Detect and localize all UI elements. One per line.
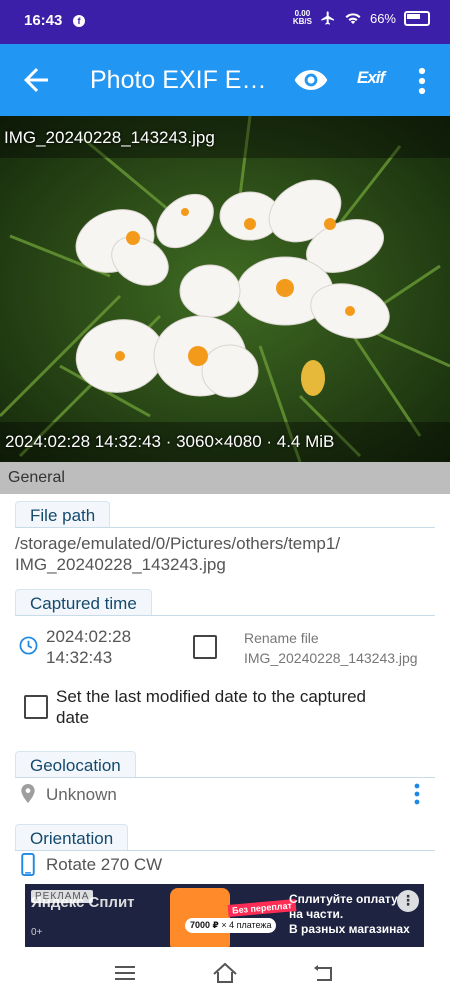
file-path-line-1: /storage/emulated/0/Pictures/others/temp… <box>15 534 341 553</box>
ad-headline-line-3: В разных магазинах <box>289 922 410 936</box>
rename-file-checkbox[interactable] <box>193 635 217 659</box>
app-bar: Photo EXIF E… Exif <box>0 44 450 116</box>
ad-badge: РЕКЛАМА <box>31 890 94 903</box>
status-right: 0.00 KB/S 66% <box>293 10 430 26</box>
ad-tag: Без переплат <box>227 899 297 917</box>
system-nav-bar <box>0 950 450 1000</box>
captured-date: 2024:02:28 <box>46 627 132 646</box>
divider <box>15 777 435 778</box>
facebook-icon: f <box>73 15 85 27</box>
more-vert-icon[interactable] <box>410 782 424 806</box>
set-last-modified-line-2: date <box>56 708 90 727</box>
rename-file-label: Rename file <box>244 630 319 646</box>
general-header-label: General <box>8 469 65 486</box>
file-path-label: File path <box>15 501 111 528</box>
divider <box>15 850 435 851</box>
ad-banner[interactable]: Яндекс Сплит РЕКЛАМА 0+ Без переплат 700… <box>25 884 424 947</box>
back-arrow-icon[interactable] <box>18 62 54 98</box>
orientation-value[interactable]: Rotate 270 CW <box>46 855 162 875</box>
ad-headline-line-2: на части. <box>289 907 344 921</box>
photo-preview[interactable]: IMG_20240228_143243.jpg 2024:02:28 14:32… <box>0 116 450 462</box>
airplane-icon <box>321 11 334 25</box>
set-last-modified-checkbox[interactable] <box>24 695 48 719</box>
set-last-modified-label[interactable]: Set the last modified date to the captur… <box>56 686 426 728</box>
phone-orientation-icon <box>21 853 35 876</box>
geolocation-value[interactable]: Unknown <box>46 785 117 805</box>
geolocation-label: Geolocation <box>15 751 136 778</box>
ad-headline: Сплитуйте оплату на части. В разных мага… <box>289 892 410 937</box>
captured-time-value[interactable]: 2024:02:28 14:32:43 <box>46 626 131 668</box>
captured-clock-time: 14:32:43 <box>46 648 113 667</box>
file-path-value: /storage/emulated/0/Pictures/others/temp… <box>15 533 435 575</box>
ad-options-button[interactable]: ⋮ <box>397 890 419 912</box>
photo-filename: IMG_20240228_143243.jpg <box>4 128 215 147</box>
ad-price-suffix: × 4 платежа <box>221 920 272 930</box>
crocus-flowers-image <box>0 116 450 462</box>
battery-icon <box>404 10 430 26</box>
divider <box>15 615 435 616</box>
status-bar: 16:43 f 0.00 KB/S 66% <box>0 0 450 44</box>
ad-age-rating: 0+ <box>31 927 43 938</box>
more-vert-icon[interactable] <box>412 66 432 96</box>
clock-icon <box>19 636 38 655</box>
ad-headline-line-1: Сплитуйте оплату <box>289 892 398 906</box>
rename-file-value: IMG_20240228_143243.jpg <box>244 650 418 666</box>
captured-time-label: Captured time <box>15 589 152 616</box>
eye-icon[interactable] <box>294 68 328 92</box>
general-section-header: General <box>0 462 450 494</box>
battery-percent: 66% <box>369 10 396 26</box>
net-speed-unit: KB/S <box>292 17 312 26</box>
ad-price-amount: 7000 ₽ <box>190 920 219 930</box>
net-speed: 0.00 KB/S <box>293 10 312 26</box>
status-time: 16:43 <box>24 12 63 29</box>
photo-info: 2024:02:28 14:32:43 · 3060×4080 · 4.4 Mi… <box>5 432 335 451</box>
wifi-icon <box>345 13 361 24</box>
orientation-label: Orientation <box>15 824 129 851</box>
divider <box>15 527 435 528</box>
location-pin-icon <box>21 784 35 803</box>
file-path-line-2: IMG_20240228_143243.jpg <box>15 555 226 574</box>
back-nav-icon[interactable] <box>313 964 335 982</box>
ad-price-pill: 7000 ₽ × 4 платежа <box>185 918 277 933</box>
menu-icon[interactable] <box>115 965 135 981</box>
exif-button[interactable]: Exif <box>357 68 385 88</box>
home-icon[interactable] <box>212 962 238 984</box>
app-title: Photo EXIF E… <box>90 66 267 94</box>
set-last-modified-line-1: Set the last modified date to the captur… <box>56 687 366 706</box>
rename-file-text: Rename file IMG_20240228_143243.jpg <box>244 628 418 668</box>
